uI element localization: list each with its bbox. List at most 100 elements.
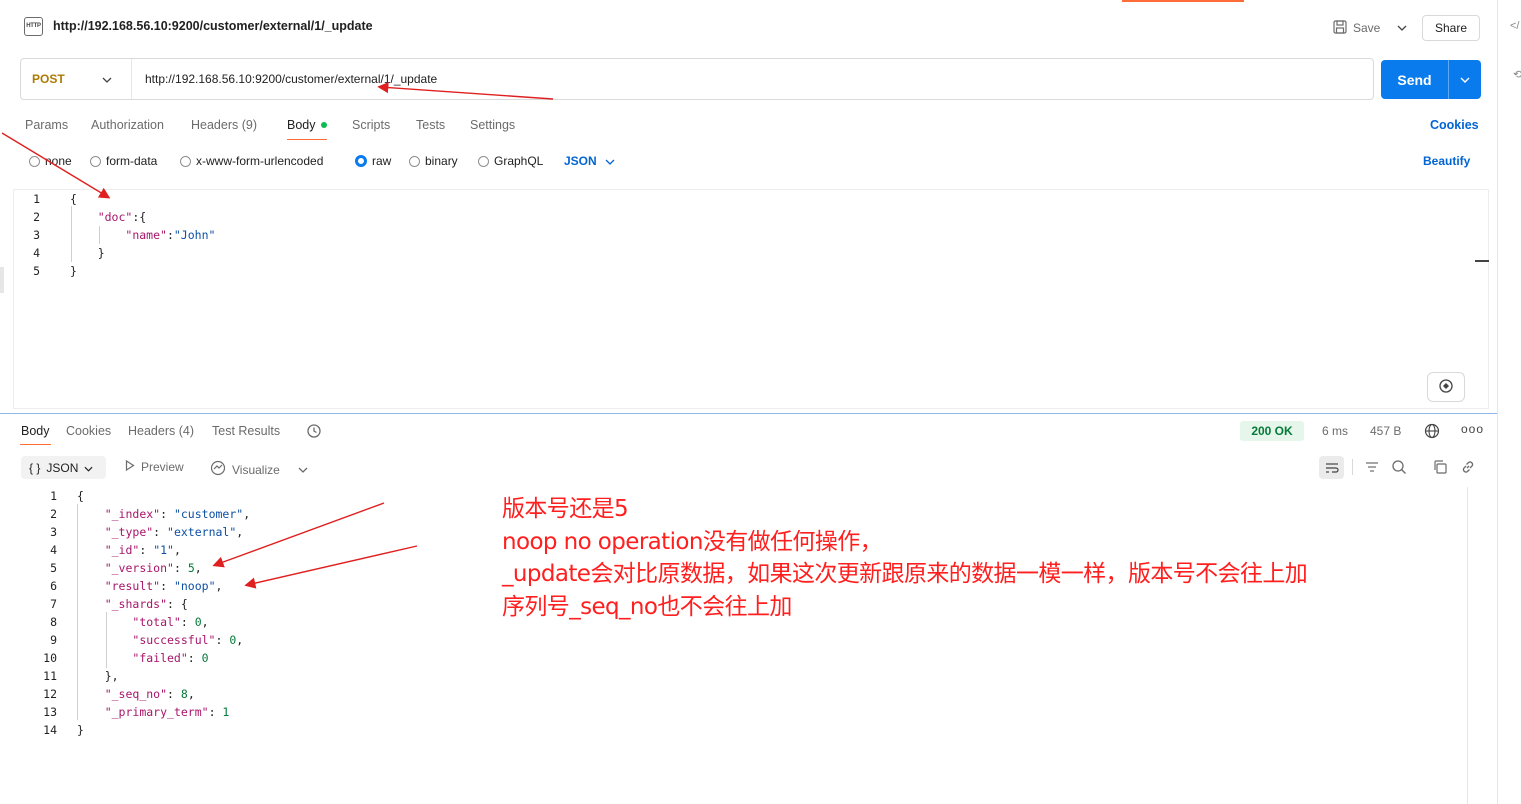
request-line-numbers: 1 2 3 4 5 <box>18 190 40 280</box>
tab-body-underline <box>287 139 327 140</box>
response-tab-underline <box>20 444 51 445</box>
body-format-label: JSON <box>564 154 597 168</box>
response-scrollbar[interactable] <box>1467 487 1468 804</box>
response-size[interactable]: 457 B <box>1370 424 1401 438</box>
line-number: 8 <box>50 615 57 629</box>
body-type-none[interactable]: none <box>29 154 72 168</box>
tab-authorization[interactable]: Authorization <box>91 118 164 132</box>
beautify-link[interactable]: Beautify <box>1423 154 1470 168</box>
more-options-icon[interactable]: ooo <box>1461 422 1484 436</box>
annotation-line: noop no operation没有做任何操作， <box>502 528 883 555</box>
response-tab-cookies[interactable]: Cookies <box>66 424 111 438</box>
visualize-chevron-down-icon[interactable] <box>298 462 308 476</box>
radio-selected-icon <box>355 155 367 167</box>
line-number: 2 <box>33 210 40 224</box>
response-code[interactable]: { "_index": "customer", "_type": "extern… <box>77 487 250 739</box>
request-title[interactable]: http://192.168.56.10:9200/customer/exter… <box>53 19 373 33</box>
response-tab-test-results[interactable]: Test Results <box>212 424 280 438</box>
cookies-link[interactable]: Cookies <box>1430 118 1479 132</box>
radio-icon <box>478 155 489 167</box>
code-line: "result": "noop", <box>104 579 223 593</box>
method-select[interactable]: POST <box>21 59 132 99</box>
tab-headers[interactable]: Headers (9) <box>191 118 257 132</box>
code-icon[interactable]: </ <box>1510 20 1519 32</box>
link-icon[interactable] <box>1460 459 1476 478</box>
tab-tests[interactable]: Tests <box>416 118 445 132</box>
annotation-line: _update会对比原数据，如果这次更新跟原来的数据一模一样，版本号不会往上加 <box>502 561 1308 587</box>
code-line: } <box>77 723 84 737</box>
preview-label: Preview <box>141 460 184 474</box>
filter-icon[interactable] <box>1364 459 1380 478</box>
save-label: Save <box>1353 21 1381 35</box>
editor-scroll-marker <box>1475 260 1489 262</box>
line-number: 6 <box>50 579 57 593</box>
annotation-line: 序列号_seq_no也不会往上加 <box>502 593 792 620</box>
body-type-urlencoded[interactable]: x-www-form-urlencoded <box>180 154 323 168</box>
preview-button[interactable]: Preview <box>125 459 184 474</box>
body-type-label: x-www-form-urlencoded <box>196 154 324 168</box>
line-number: 12 <box>43 687 57 701</box>
code-line: "_index": "customer", <box>104 507 251 521</box>
code-line: }, <box>77 669 119 683</box>
right-sidebar-divider <box>1497 0 1498 804</box>
line-number: 10 <box>43 651 57 665</box>
tab-params[interactable]: Params <box>25 118 68 132</box>
globe-icon[interactable] <box>1424 423 1440 442</box>
body-type-binary[interactable]: binary <box>409 154 458 168</box>
url-bar: POST <box>20 58 1374 100</box>
arrow-to-result <box>244 545 418 589</box>
response-time[interactable]: 6 ms <box>1322 424 1348 438</box>
visualize-button[interactable]: Visualize <box>210 460 280 479</box>
radio-icon <box>29 155 40 167</box>
radio-icon <box>90 155 101 167</box>
url-input[interactable] <box>145 72 1345 86</box>
send-options-chevron-icon[interactable] <box>1449 77 1481 83</box>
copy-icon[interactable] <box>1432 459 1448 478</box>
line-number: 2 <box>50 507 57 521</box>
save-options-chevron-icon[interactable] <box>1392 15 1412 41</box>
line-number: 9 <box>50 633 57 647</box>
annotation-line: 版本号还是5 <box>502 496 629 522</box>
body-format-select[interactable]: JSON <box>564 154 615 168</box>
code-line: "successful": 0, <box>132 633 244 647</box>
tab-scripts[interactable]: Scripts <box>352 118 390 132</box>
radio-icon <box>409 155 420 167</box>
history-icon[interactable] <box>306 423 322 442</box>
ai-assist-button[interactable] <box>1427 372 1465 402</box>
share-button[interactable]: Share <box>1422 15 1480 41</box>
http-request-icon: HTTP <box>24 17 43 36</box>
line-number: 3 <box>50 525 57 539</box>
wrap-lines-icon[interactable] <box>1319 456 1344 479</box>
code-line: "failed": 0 <box>132 651 209 665</box>
tab-settings[interactable]: Settings <box>470 118 515 132</box>
body-type-form-data[interactable]: form-data <box>90 154 157 168</box>
response-tab-headers[interactable]: Headers (4) <box>128 424 194 438</box>
body-type-label: GraphQL <box>494 154 544 168</box>
request-body-editor[interactable] <box>13 189 1489 409</box>
visualize-icon <box>210 460 226 479</box>
chevron-down-icon <box>605 154 615 168</box>
code-line: "_version": 5, <box>104 561 202 575</box>
code-line: { <box>70 192 77 206</box>
code-line: "_primary_term": 1 <box>104 705 230 719</box>
search-icon[interactable] <box>1391 459 1407 478</box>
request-code[interactable]: { "doc":{ "name":"John" } } <box>70 190 215 280</box>
pane-splitter[interactable] <box>0 413 1497 414</box>
response-tab-body[interactable]: Body <box>21 424 50 438</box>
line-number: 13 <box>43 705 57 719</box>
info-icon[interactable]: ⟲ <box>1513 68 1521 81</box>
body-type-graphql[interactable]: GraphQL <box>478 154 543 168</box>
response-format-select[interactable]: { } JSON <box>21 456 106 479</box>
line-number: 3 <box>33 228 40 242</box>
code-line: } <box>70 264 77 278</box>
sidebar-collapse-handle[interactable] <box>0 267 4 293</box>
status-badge[interactable]: 200 OK <box>1240 421 1304 441</box>
tab-body[interactable]: Body <box>287 118 316 132</box>
body-type-label: none <box>45 154 72 168</box>
send-button[interactable]: Send <box>1381 60 1481 99</box>
body-type-raw[interactable]: raw <box>355 154 391 168</box>
save-button[interactable]: Save <box>1327 15 1389 41</box>
line-number: 4 <box>33 246 40 260</box>
radio-icon <box>180 155 191 167</box>
response-line-numbers: 1 2 3 4 5 6 7 8 9 10 11 12 13 14 <box>35 487 57 739</box>
